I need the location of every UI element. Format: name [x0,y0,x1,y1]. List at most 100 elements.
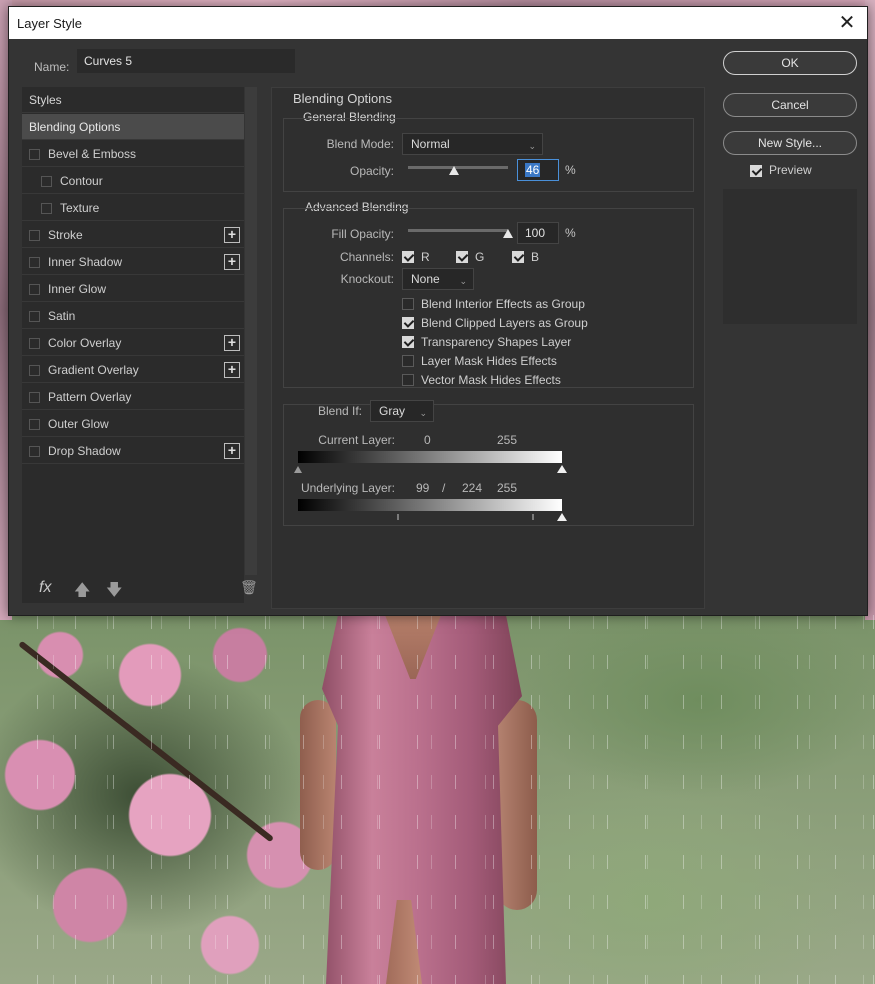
channel-r-checkbox[interactable] [402,251,414,263]
style-checkbox-color-overlay[interactable] [29,338,40,349]
fx-icon[interactable]: fx [39,579,51,597]
trash-icon[interactable]: 🗑 [240,579,258,596]
style-item-drop-shadow[interactable]: Drop Shadow + [22,438,244,464]
styles-header[interactable]: Styles [22,87,244,113]
add-gradient-overlay-icon[interactable]: + [224,362,240,378]
style-label-satin: Satin [48,309,76,323]
current-layer-gradient [298,451,562,463]
add-inner-shadow-icon[interactable]: + [224,254,240,270]
styles-list: Styles Blending Options Bevel & Emboss Con… [22,87,244,603]
close-icon[interactable]: ✕ [835,11,859,35]
channel-g-label: G [475,250,485,264]
style-checkbox-bevel-emboss[interactable] [29,149,40,160]
style-checkbox-inner-glow[interactable] [29,284,40,295]
styles-scrollbar[interactable] [245,87,257,575]
style-item-stroke[interactable]: Stroke + [22,222,244,248]
style-item-color-overlay[interactable]: Color Overlay + [22,330,244,356]
channel-b-checkbox[interactable] [512,251,524,263]
style-label-stroke: Stroke [48,228,83,242]
add-drop-shadow-icon[interactable]: + [224,443,240,459]
preview-checkbox[interactable] [750,165,762,177]
underlying-layer-black-slider[interactable] [397,514,399,520]
add-color-overlay-icon[interactable]: + [224,335,240,351]
underlying-layer-split-slider[interactable] [532,514,534,520]
style-checkbox-drop-shadow[interactable] [29,446,40,457]
layer-style-dialog: Layer Style ✕ Name: Styles Blending Opti… [8,6,868,616]
opacity-input[interactable]: 46 [517,159,559,181]
vector-mask-hides-effects-checkbox[interactable] [402,374,414,386]
current-layer-white-slider[interactable] [557,465,567,473]
underlying-layer-mid: 224 [462,481,483,495]
opacity-slider-thumb[interactable] [449,166,459,175]
transparency-shapes-layer-label: Transparency Shapes Layer [421,335,572,349]
blend-if-value: Gray [379,404,406,418]
fill-opacity-slider-track[interactable] [408,229,508,232]
move-down-icon[interactable]: 🡇 [106,579,122,606]
style-item-outer-glow[interactable]: Outer Glow [22,411,244,437]
style-checkbox-contour[interactable] [41,176,52,187]
general-blending-group [283,118,694,192]
style-item-gradient-overlay[interactable]: Gradient Overlay + [22,357,244,383]
style-checkbox-texture[interactable] [41,203,52,214]
underlying-layer-separator: / [442,481,446,495]
channel-b-label: B [531,250,540,264]
style-label-color-overlay: Color Overlay [48,336,122,350]
style-item-satin[interactable]: Satin [22,303,244,329]
style-label-contour: Contour [60,174,103,188]
style-checkbox-inner-shadow[interactable] [29,257,40,268]
layer-mask-hides-effects-label: Layer Mask Hides Effects [421,354,557,368]
style-item-pattern-overlay[interactable]: Pattern Overlay [22,384,244,410]
knockout-value: None [411,272,440,286]
style-item-contour[interactable]: Contour [22,168,244,194]
fill-opacity-slider-thumb[interactable] [503,229,513,238]
current-layer-low: 0 [424,433,431,447]
add-stroke-icon[interactable]: + [224,227,240,243]
style-label-pattern-overlay: Pattern Overlay [48,390,132,404]
blend-mode-label: Blend Mode: [326,137,394,151]
blend-interior-effects-as-group-checkbox[interactable] [402,298,414,310]
current-layer-black-slider[interactable] [294,466,302,473]
style-checkbox-satin[interactable] [29,311,40,322]
current-layer-label: Current Layer: [318,433,395,447]
title-bar: Layer Style ✕ [9,7,867,39]
style-item-inner-glow[interactable]: Inner Glow [22,276,244,302]
blend-mode-value: Normal [411,137,450,151]
underlying-layer-gradient [298,499,562,511]
style-label-inner-shadow: Inner Shadow [48,255,123,269]
move-up-icon[interactable]: 🡅 [74,579,90,606]
style-item-bevel-emboss[interactable]: Bevel & Emboss [22,141,244,167]
blend-interior-effects-as-group-label: Blend Interior Effects as Group [421,297,585,311]
blend-if-select[interactable]: Gray ⌄ [370,400,434,422]
preview-label: Preview [769,163,812,177]
window-title: Layer Style [17,16,83,31]
style-item-texture[interactable]: Texture [22,195,244,221]
underlying-layer-high: 255 [497,481,518,495]
fill-opacity-input[interactable]: 100 [517,222,559,244]
style-label-drop-shadow: Drop Shadow [48,444,121,458]
fill-opacity-label: Fill Opacity: [331,227,394,241]
style-checkbox-stroke[interactable] [29,230,40,241]
cancel-button[interactable]: Cancel [723,93,857,117]
knockout-select[interactable]: None ⌄ [402,268,474,290]
channel-g-checkbox[interactable] [456,251,468,263]
new-style-button[interactable]: New Style... [723,131,857,155]
underlying-layer-white-slider[interactable] [557,513,567,521]
style-label-texture: Texture [60,201,100,215]
layer-mask-hides-effects-checkbox[interactable] [402,355,414,367]
chevron-down-icon: ⌄ [528,141,536,151]
style-checkbox-pattern-overlay[interactable] [29,392,40,403]
style-item-inner-shadow[interactable]: Inner Shadow + [22,249,244,275]
transparency-shapes-layer-checkbox[interactable] [402,336,414,348]
style-label-outer-glow: Outer Glow [48,417,109,431]
blend-mode-select[interactable]: Normal ⌄ [402,133,543,155]
blending-options-panel: Blending Options General Blending Blend … [271,87,705,609]
style-item-blending-options[interactable]: Blending Options [22,114,244,140]
ok-button[interactable]: OK [723,51,857,75]
style-checkbox-outer-glow[interactable] [29,419,40,430]
preview-thumbnail [723,189,857,324]
style-checkbox-gradient-overlay[interactable] [29,365,40,376]
style-label-blending-options: Blending Options [29,120,121,134]
name-input[interactable] [77,49,295,73]
blend-clipped-layers-as-group-checkbox[interactable] [402,317,414,329]
blend-clipped-layers-as-group-label: Blend Clipped Layers as Group [421,316,588,330]
